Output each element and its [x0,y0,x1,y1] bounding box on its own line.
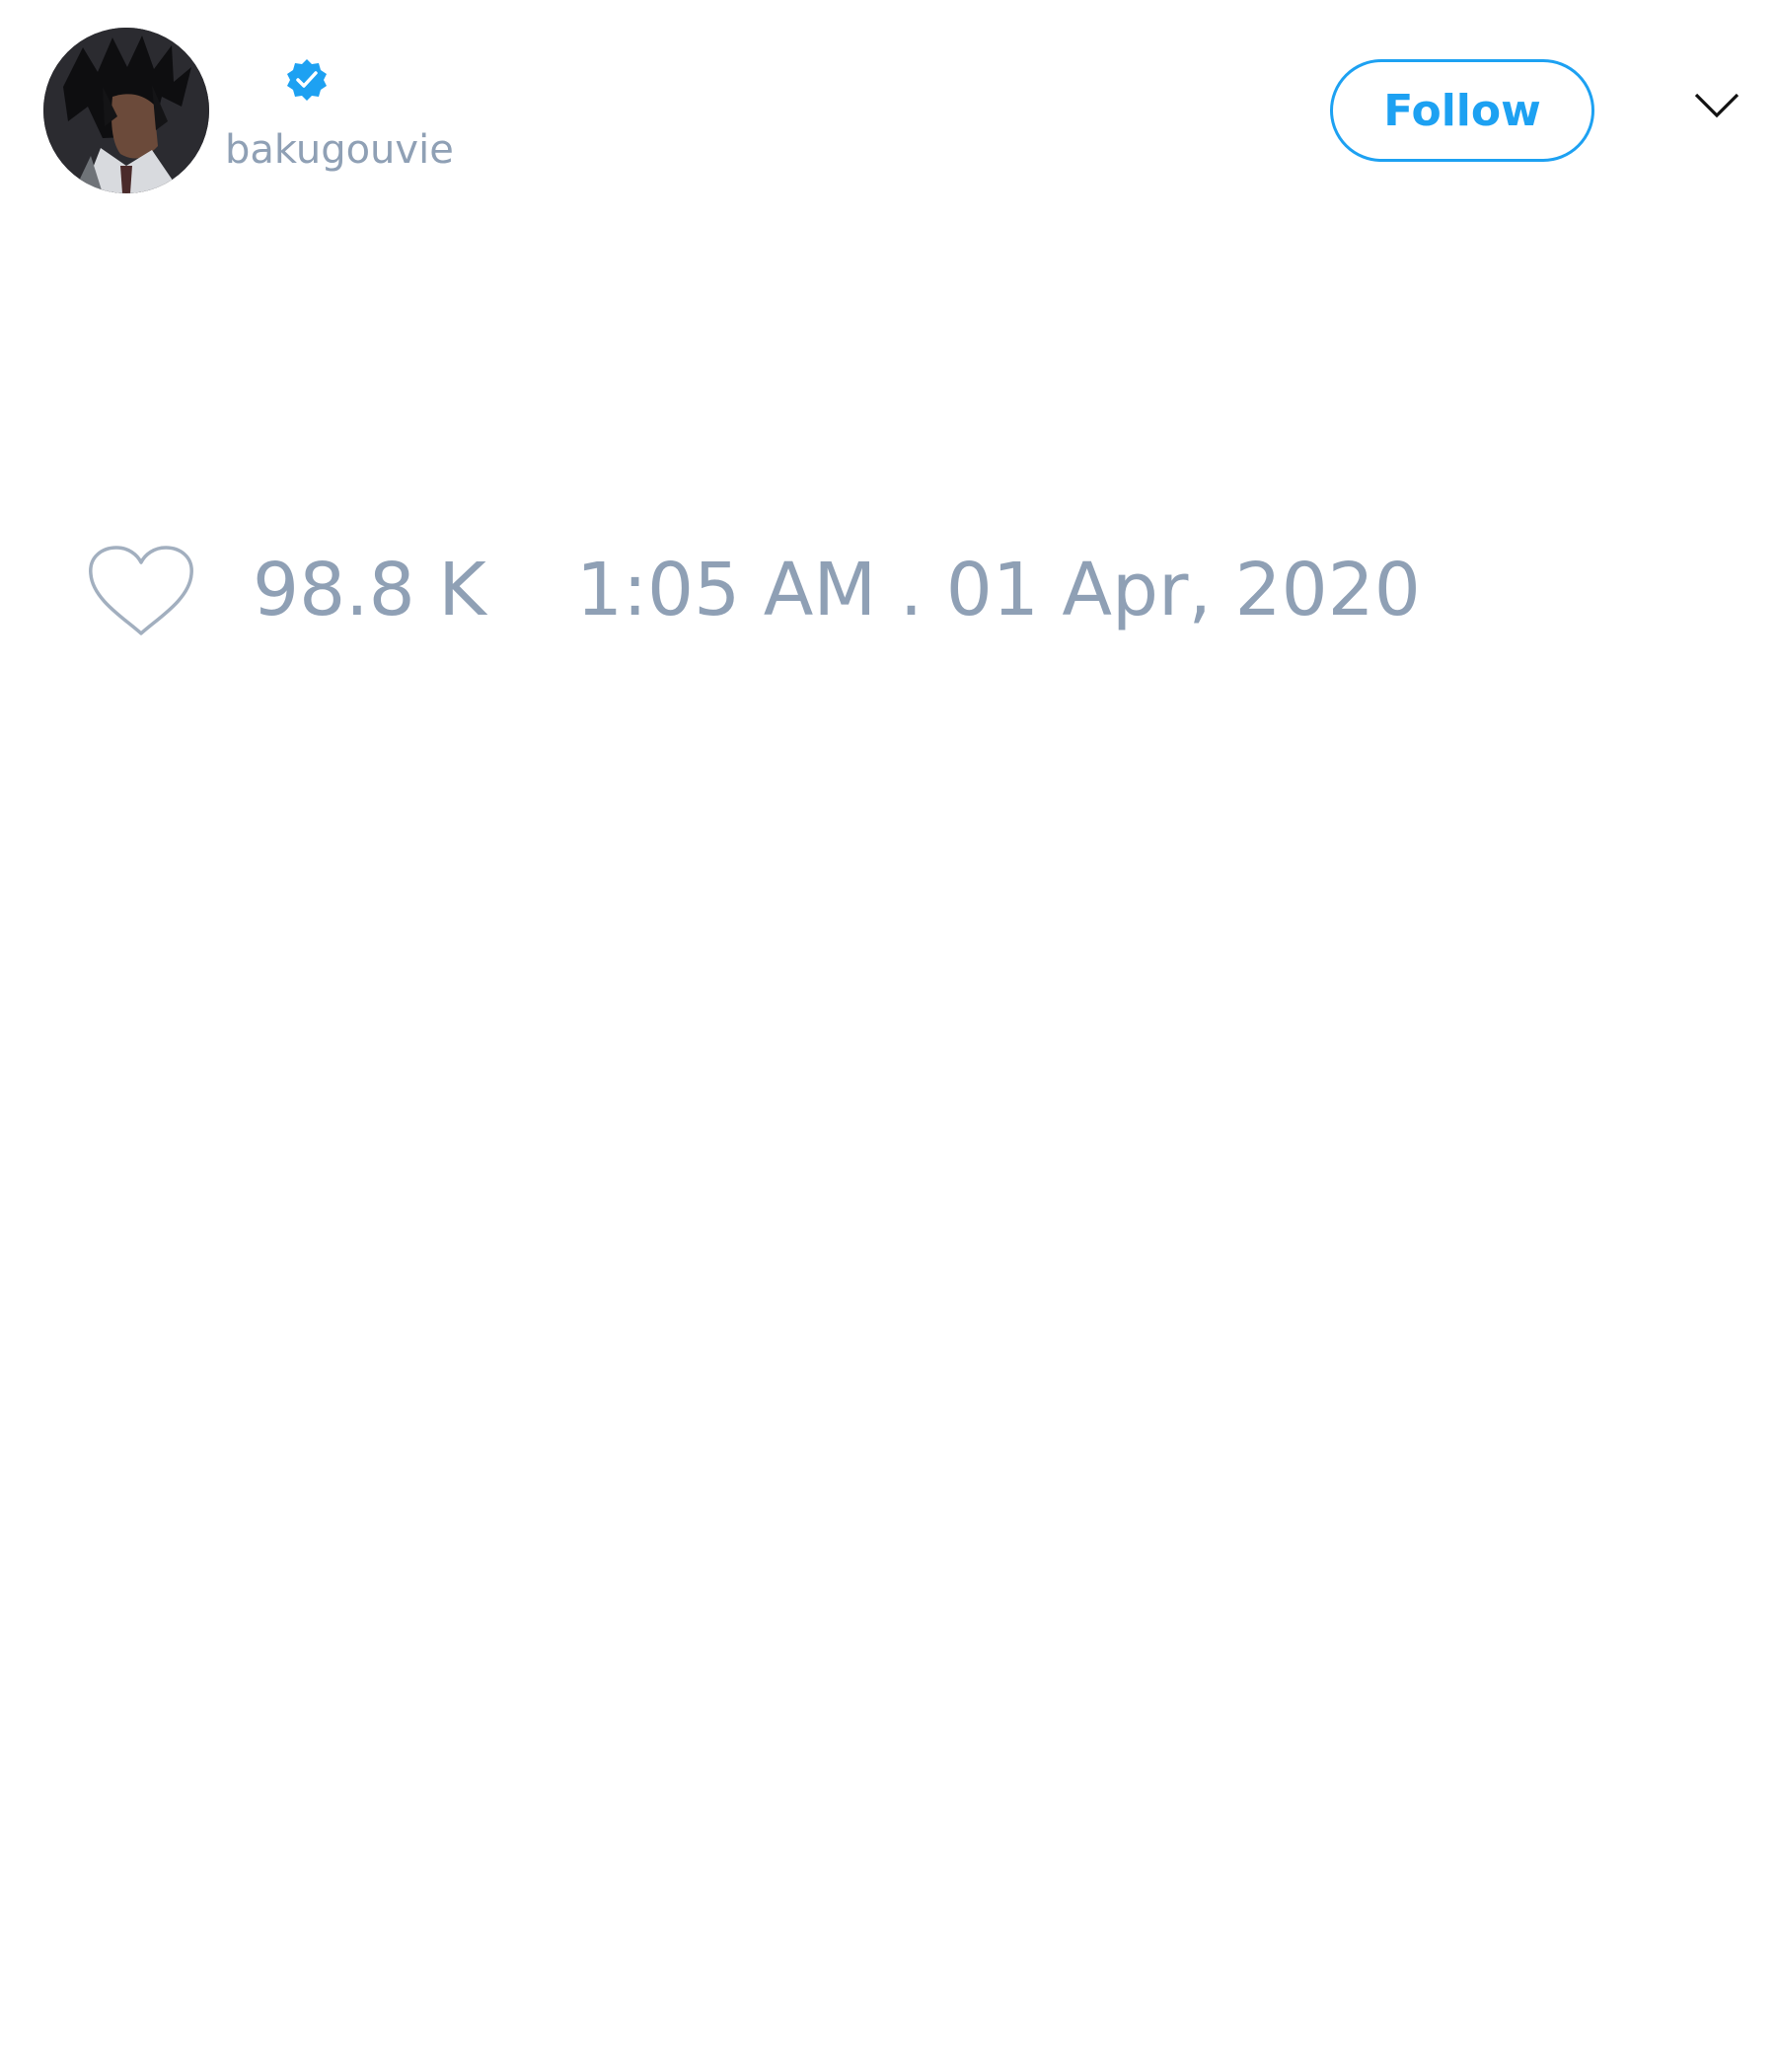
like-count: 98.8 K [253,548,486,632]
avatar[interactable] [43,28,209,193]
tweet-card: bakugouvie Follow 98.8 K 1:05 AM . 01 Ap… [0,0,1776,2072]
tweet-actions: 98.8 K 1:05 AM . 01 Apr, 2020 [87,541,1567,639]
verified-badge-icon [287,59,327,101]
author-handle[interactable]: bakugouvie [225,124,454,176]
chevron-down-icon[interactable] [1693,91,1740,120]
follow-button[interactable]: Follow [1330,59,1594,162]
tweet-timestamp[interactable]: 1:05 AM . 01 Apr, 2020 [576,541,1421,639]
avatar-image [43,28,209,193]
heart-icon[interactable] [87,545,195,639]
